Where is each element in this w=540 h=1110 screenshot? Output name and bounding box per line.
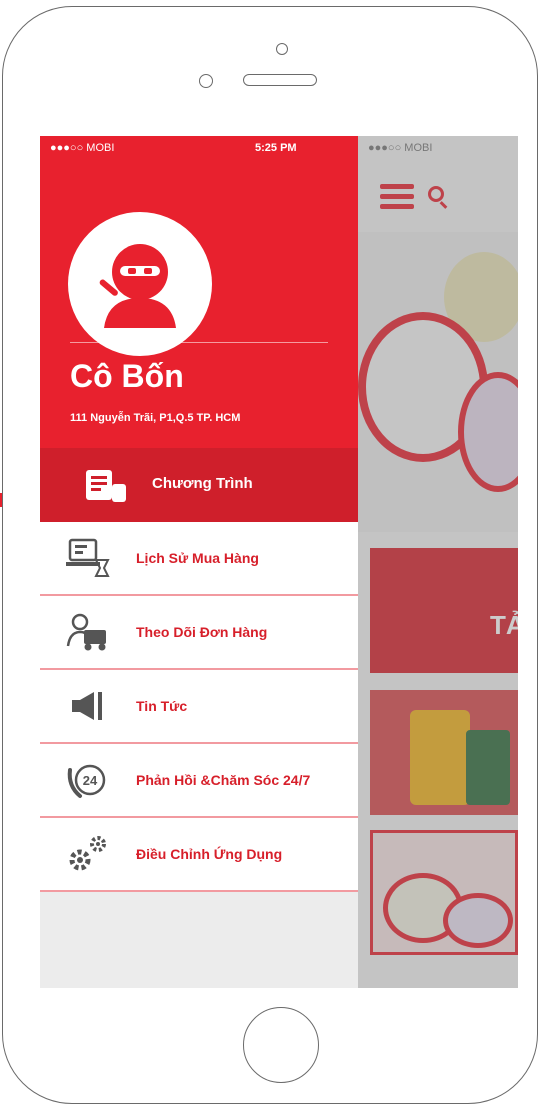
navigation-drawer: ●●●○○ MOBI 5:25 PM Cô Bốn 111 Nguyễn Trã… — [40, 136, 358, 988]
menu-item-tin-tuc[interactable]: Tin Tức — [40, 670, 358, 744]
menu-item-theo-doi-don-hang[interactable]: Theo Dõi Đơn Hàng — [40, 596, 358, 670]
menu-item-lich-su-mua-hang[interactable]: Lịch Sử Mua Hàng — [40, 522, 358, 596]
menu-item-label: Phản Hồi &Chăm Sóc 24/7 — [136, 772, 311, 788]
profile-header: ●●●○○ MOBI 5:25 PM Cô Bốn 111 Nguyễn Trã… — [40, 136, 358, 448]
user-name: Cô Bốn — [70, 358, 184, 394]
status-bar: ●●●○○ MOBI 5:25 PM — [50, 142, 348, 158]
carrier-label: ●●●○○ MOBI — [50, 142, 115, 154]
avatar[interactable] — [68, 212, 212, 356]
menu-item-label: Điều Chỉnh Ứng Dụng — [136, 846, 283, 862]
purchase-history-icon — [66, 538, 110, 577]
user-address: 111 Nguyễn Trãi, P1,Q.5 TP. HCM — [70, 412, 241, 424]
promotion-ticket-icon — [86, 470, 126, 502]
clock: 5:25 PM — [255, 142, 297, 154]
screen: ●●●○○ MOBI TẢ ●●●○○ MOBI 5:25 PM Cô Bốn … — [40, 136, 518, 988]
profile-divider — [70, 342, 328, 343]
svg-text:24: 24 — [83, 773, 98, 788]
support-24-icon: 24 — [67, 764, 106, 798]
home-button[interactable] — [243, 1007, 319, 1083]
menu-item-label: Theo Dõi Đơn Hàng — [136, 624, 268, 640]
delivery-truck-icon — [66, 613, 106, 651]
proximity-sensor — [199, 74, 213, 88]
menu-item-phan-hoi-cham-soc[interactable]: 24 Phản Hồi &Chăm Sóc 24/7 — [40, 744, 358, 818]
camera — [276, 43, 288, 55]
drawer-overlay[interactable] — [358, 136, 518, 988]
menu-item-label: Chương Trình — [152, 475, 253, 492]
edge-marker — [0, 493, 2, 507]
menu-item-label: Lịch Sử Mua Hàng — [136, 550, 259, 566]
drawer-menu: Lịch Sử Mua Hàng Theo Dõi Đơn Hàng Tin T… — [40, 522, 358, 892]
megaphone-icon — [72, 692, 102, 720]
ninja-avatar-icon — [99, 244, 176, 328]
menu-item-label: Tin Tức — [136, 698, 188, 714]
menu-item-dieu-chinh-ung-dung[interactable]: Điều Chỉnh Ứng Dụng — [40, 818, 358, 892]
settings-gears-icon — [69, 836, 106, 871]
speaker — [243, 74, 317, 86]
menu-item-chuong-trinh[interactable]: Chương Trình — [40, 448, 358, 522]
